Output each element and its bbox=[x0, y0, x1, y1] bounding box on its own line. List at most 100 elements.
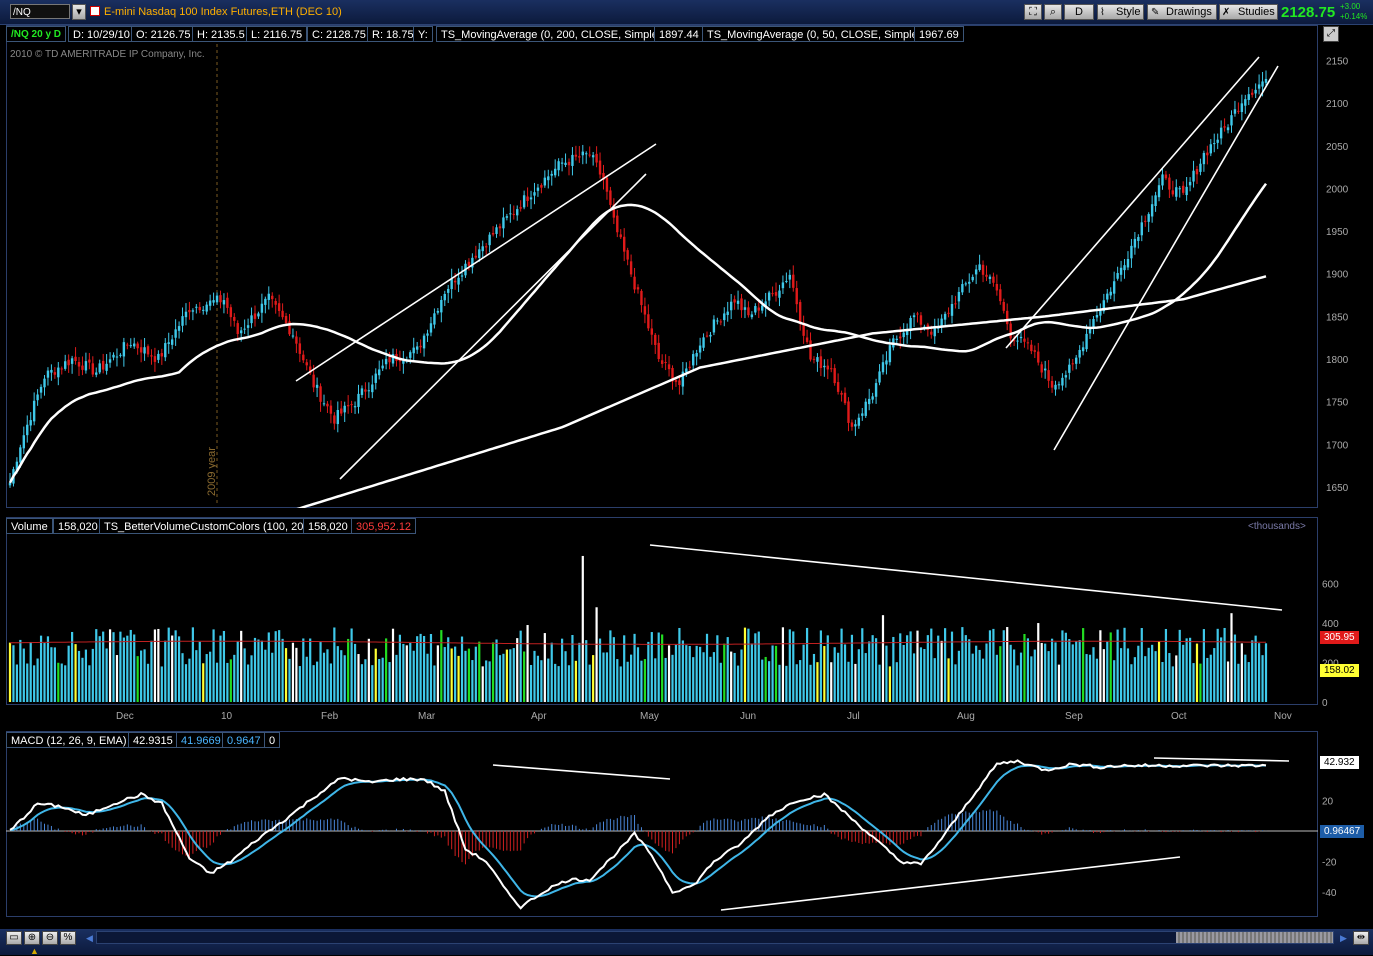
candle-body bbox=[522, 195, 526, 208]
volume-bar bbox=[153, 629, 157, 702]
candle-body bbox=[864, 401, 867, 416]
candle-body bbox=[74, 356, 77, 361]
volume-bar bbox=[785, 665, 788, 702]
scroll-left-icon[interactable]: ◀ bbox=[86, 933, 93, 944]
ma50-value: 1967.69 bbox=[914, 26, 964, 42]
volume-tick-label: 400 bbox=[1322, 619, 1339, 630]
volume-bar bbox=[288, 658, 291, 702]
candle-body bbox=[871, 396, 874, 400]
candle-body bbox=[916, 313, 919, 315]
candle-body bbox=[636, 287, 640, 290]
candle-body bbox=[660, 360, 664, 364]
candle-body bbox=[498, 226, 502, 229]
macd-chart[interactable]: -40-20020 bbox=[6, 750, 1373, 918]
candle-body bbox=[885, 360, 888, 365]
instrument-icon[interactable] bbox=[90, 6, 100, 16]
price-chart[interactable]: 1650 1700 1750 1800 1850 1900 1950 2000 2050 2100… bbox=[6, 44, 1373, 508]
volume-bar bbox=[757, 631, 760, 702]
volume-bar bbox=[246, 664, 250, 702]
volume-bar bbox=[1161, 662, 1164, 702]
volume-bar bbox=[605, 652, 609, 702]
volume-chart[interactable]: 2004006000Dec10FebMarAprMayJunJulAugSepO… bbox=[6, 536, 1373, 728]
time-axis-label: Mar bbox=[418, 711, 436, 722]
aggregation-label[interactable]: /NQ 20 y D bbox=[6, 26, 67, 42]
candle-body bbox=[840, 392, 843, 395]
volume-bar bbox=[926, 635, 929, 702]
volume-bar bbox=[826, 635, 829, 702]
volume-bar bbox=[405, 645, 408, 702]
candle-body bbox=[1161, 174, 1164, 186]
candle-body bbox=[333, 415, 336, 424]
candle-body bbox=[591, 155, 595, 158]
candle-body bbox=[319, 386, 322, 402]
volume-bar bbox=[19, 639, 22, 702]
volume-bar bbox=[440, 630, 443, 702]
zoom-in-icon[interactable]: ⊕ bbox=[24, 931, 40, 945]
time-axis-label: Sep bbox=[1065, 711, 1083, 722]
volume-bar bbox=[1033, 649, 1036, 702]
time-scrollbar[interactable] bbox=[96, 931, 1334, 944]
zoom-out-icon[interactable]: ⊖ bbox=[42, 931, 58, 945]
candle-body bbox=[1188, 181, 1192, 186]
volume-bar bbox=[474, 646, 477, 702]
volume-bar bbox=[229, 659, 232, 702]
scrollbar-thumb[interactable] bbox=[1176, 932, 1333, 943]
candle-body bbox=[1119, 267, 1123, 275]
percent-zoom-icon[interactable]: % bbox=[60, 931, 76, 945]
volume-label[interactable]: Volume bbox=[6, 518, 53, 534]
volume-bar bbox=[322, 652, 326, 702]
candle-body bbox=[84, 361, 88, 371]
volume-bar bbox=[878, 664, 881, 702]
volume-bar bbox=[360, 664, 364, 702]
ma200-label[interactable]: TS_MovingAverage (0, 200, CLOSE, Simple) bbox=[436, 26, 667, 42]
candle-body bbox=[360, 388, 364, 395]
price-tick-label: 1900 bbox=[1326, 270, 1349, 281]
crosshair-icon[interactable]: ⛶ bbox=[1024, 4, 1042, 20]
studies-label: Studies bbox=[1238, 6, 1275, 18]
macd-label[interactable]: MACD (12, 26, 9, EMA) bbox=[6, 732, 132, 748]
volume-bar bbox=[964, 635, 967, 702]
candle-body bbox=[26, 424, 29, 436]
volume-bar bbox=[1151, 644, 1154, 702]
search-chart-icon[interactable]: ⌕ bbox=[1044, 4, 1062, 20]
symbol-input[interactable]: /NQ bbox=[10, 4, 70, 19]
high-value: H: 2135.5 bbox=[192, 26, 250, 42]
period-button[interactable]: D bbox=[1064, 4, 1094, 20]
volume-bar bbox=[716, 635, 719, 702]
volume-bar bbox=[971, 653, 974, 702]
volume-bar bbox=[636, 647, 640, 702]
candle-body bbox=[698, 345, 702, 353]
expand-icon[interactable]: ⇹ bbox=[1353, 931, 1369, 945]
volume-study-label[interactable]: TS_BetterVolumeCustomColors (100, 20) bbox=[99, 518, 312, 534]
volume-bar bbox=[205, 654, 208, 702]
drawing-mode-icon[interactable]: ▭ bbox=[6, 931, 22, 945]
volume-bar bbox=[112, 632, 115, 702]
volume-bar bbox=[1109, 632, 1112, 702]
candle-body bbox=[226, 297, 229, 308]
scroll-right-icon[interactable]: ▶ bbox=[1340, 933, 1347, 944]
candle-body bbox=[212, 300, 215, 303]
candle-body bbox=[1068, 364, 1071, 373]
candle-body bbox=[32, 400, 36, 422]
candle-body bbox=[1057, 384, 1061, 386]
candle-body bbox=[664, 362, 667, 364]
candle-body bbox=[581, 151, 584, 156]
volume-bar bbox=[1251, 640, 1254, 702]
candle-body bbox=[191, 310, 195, 312]
volume-bar bbox=[730, 651, 733, 702]
volume-bar bbox=[298, 666, 301, 702]
candle-body bbox=[95, 372, 98, 375]
chart-settings-icon[interactable]: ⤢ bbox=[1323, 26, 1339, 42]
candle-body bbox=[1175, 187, 1178, 197]
symbol-dropdown-icon[interactable]: ▾ bbox=[72, 4, 86, 20]
volume-bar bbox=[184, 664, 188, 702]
candle-body bbox=[992, 276, 995, 283]
volume-bar bbox=[1102, 649, 1105, 702]
chart-style-icon: ⌇ bbox=[1100, 7, 1105, 18]
volume-bar bbox=[436, 645, 439, 702]
candle-body bbox=[1112, 281, 1116, 294]
ma50-label[interactable]: TS_MovingAverage (0, 50, CLOSE, Simple) bbox=[702, 26, 927, 42]
candle-body bbox=[384, 358, 388, 365]
volume-bar bbox=[226, 662, 229, 702]
volume-bar bbox=[1171, 666, 1174, 702]
